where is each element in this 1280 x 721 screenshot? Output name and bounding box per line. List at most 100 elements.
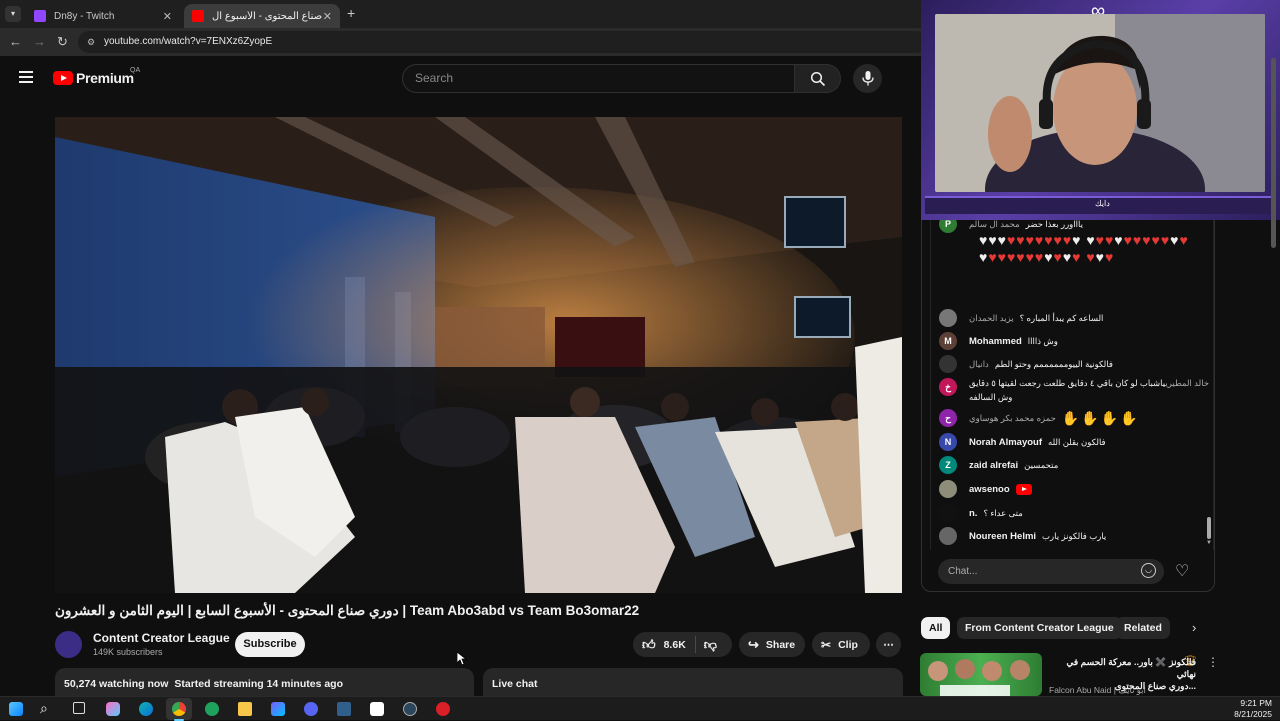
dislike-button[interactable]: 👎︎	[696, 637, 717, 653]
chat-message: M Mohammed وش ذاااا	[939, 332, 1058, 350]
tab-twitch[interactable]: Dn8y - Twitch ✕	[26, 4, 180, 28]
close-tab-icon[interactable]: ✕	[163, 10, 172, 23]
copilot-icon[interactable]	[106, 702, 120, 716]
chat-author: Noureen Helmi	[969, 530, 1037, 542]
tab-list-dropdown-icon[interactable]: ▾	[5, 6, 21, 22]
like-button[interactable]: 👍︎ 8.6K	[633, 637, 686, 653]
more-actions-button[interactable]: ⋯	[876, 632, 901, 657]
channel-avatar[interactable]	[55, 631, 82, 658]
chat-author: حمزه محمد بكر هوساوي	[969, 412, 1056, 423]
site-info-icon[interactable]: ⚙	[87, 31, 95, 53]
filter-chip-related[interactable]: Related	[1116, 617, 1170, 639]
youtube-premium-logo[interactable]: Premium QA	[53, 67, 140, 86]
upwork-icon[interactable]	[205, 702, 219, 716]
live-chat-messages[interactable]: P محمد ال سالم ياااورر بعذا حضر ♥♥♥♥♥♥♥♥…	[930, 212, 1214, 550]
scroll-down-arrow-icon[interactable]: ▼	[1206, 540, 1212, 546]
video-player[interactable]	[55, 117, 902, 593]
discord-icon[interactable]	[304, 702, 318, 716]
chat-message: n. متى عداء ؟	[939, 504, 1023, 522]
scrollbar-track[interactable]	[1271, 58, 1276, 248]
new-tab-button[interactable]: +	[347, 5, 355, 21]
chat-text: ياااورر بعذا حضر	[1025, 218, 1083, 229]
clip-button[interactable]: ✂ Clip	[812, 632, 870, 657]
hamburger-menu-icon[interactable]	[19, 71, 33, 83]
streamer-webcam-overlay: ∞ دايك	[921, 0, 1280, 220]
chat-text: فالكونية الييوممممممم وحتو الطم	[994, 358, 1113, 369]
filter-chip-channel[interactable]: From Content Creator League	[957, 617, 1122, 639]
search-input[interactable]: Search	[402, 64, 795, 93]
chat-message: يزيد الحمدان الساعه كم يبدأ المباره ؟	[939, 309, 1103, 327]
more-options-icon[interactable]: ⋮	[1207, 655, 1219, 669]
file-explorer-icon[interactable]	[238, 702, 252, 716]
like-count: 8.6K	[663, 638, 686, 651]
clip-label: Clip	[838, 638, 858, 651]
search-icon[interactable]: ⌕	[40, 700, 48, 717]
url-text: youtube.com/watch?v=7ENXz6ZyopE	[104, 36, 273, 47]
chat-message: ح حمزه محمد بكر هوساوي ✋✋✋✋	[939, 409, 1140, 427]
windows-start-icon[interactable]	[9, 702, 23, 716]
edge-icon[interactable]	[139, 702, 153, 716]
live-chat-panel-header[interactable]: Live chat	[483, 668, 903, 696]
chrome-icon[interactable]	[172, 702, 186, 716]
webcam-username: دايك	[1095, 199, 1110, 208]
subscriber-count: 149K subscribers	[93, 647, 163, 657]
avatar	[939, 504, 957, 522]
capcut-icon[interactable]	[370, 702, 384, 716]
like-dislike-group: 👍︎ 8.6K 👎︎	[633, 632, 732, 657]
task-view-icon[interactable]	[73, 702, 85, 714]
chat-text-continued: وش السالفه	[969, 392, 1013, 402]
system-clock[interactable]: 9:21 PM 8/21/2025	[1234, 698, 1272, 720]
avatar: Z	[939, 456, 957, 474]
clock-date: 8/21/2025	[1234, 709, 1272, 719]
back-arrow-icon[interactable]: ←	[9, 34, 22, 49]
thumbs-up-icon: 👍︎	[642, 636, 656, 652]
avatar: خ	[939, 378, 957, 396]
description-box[interactable]: 50,274 watching now Started streaming 14…	[55, 668, 474, 696]
address-bar[interactable]: ⚙ youtube.com/watch?v=7ENXz6ZyopE	[78, 31, 928, 53]
share-button[interactable]: ↪ Share	[739, 632, 805, 657]
video-thumbnail	[920, 653, 1042, 696]
subscribe-button[interactable]: Subscribe	[235, 632, 305, 657]
avatar: N	[939, 433, 957, 451]
reload-icon[interactable]: ↻	[57, 34, 68, 50]
chat-text: متحمسين	[1024, 459, 1059, 470]
steam-icon[interactable]	[403, 702, 417, 716]
tab-label: Dn8y - Twitch	[54, 10, 115, 22]
avatar	[939, 355, 957, 373]
close-tab-icon[interactable]: ✕	[323, 10, 332, 23]
search-button[interactable]	[795, 64, 841, 93]
chat-scrollbar[interactable]	[1207, 517, 1211, 539]
share-label: Share	[765, 638, 796, 651]
forward-arrow-icon[interactable]: →	[33, 34, 46, 49]
photos-icon[interactable]	[271, 702, 285, 716]
chat-input[interactable]: Chat...	[938, 559, 1164, 584]
stream-started: Started streaming 14 minutes ago	[174, 678, 344, 690]
filter-chip-all[interactable]: All	[921, 617, 951, 639]
channel-name[interactable]: Content Creator League	[93, 631, 230, 645]
recommended-video[interactable]: 🏆︎ فالكونز ✖️ باور.. معركة الحسم في نهائ…	[920, 653, 1220, 696]
chat-text: وش ذاااا	[1027, 335, 1058, 346]
chat-text: متى عداء ؟	[983, 507, 1023, 518]
clock-time: 9:21 PM	[1240, 698, 1272, 708]
chat-author: zaid alrefai	[969, 459, 1019, 471]
chat-author: n.	[969, 507, 978, 519]
chat-message: Noureen Helmi يارب فالكونز يارب	[939, 527, 1106, 545]
waving-hands-emojis: ✋✋✋✋	[1061, 409, 1140, 426]
avatar	[939, 309, 957, 327]
video-frame-image	[55, 117, 902, 593]
avatar	[939, 527, 957, 545]
heart-reaction-icon[interactable]: ♡	[1175, 561, 1189, 581]
chevron-right-icon[interactable]: ›	[1192, 620, 1196, 635]
thumbs-down-icon: 👎︎	[703, 636, 717, 652]
mouse-cursor-icon	[457, 652, 467, 666]
webcam-name-bar: دايك	[925, 196, 1276, 214]
emoji-picker-icon[interactable]: ◡	[1141, 563, 1156, 578]
windows-taskbar: ⌕ 9:21 PM 8/21/2025	[0, 696, 1280, 721]
webcam-video	[935, 14, 1265, 192]
creative-cloud-icon[interactable]	[436, 702, 450, 716]
tab-youtube[interactable]: دوري صناع المحتوى - الأسبوع ال... ✕	[184, 4, 340, 28]
voice-search-button[interactable]	[853, 64, 882, 93]
logo-text: Premium	[76, 70, 134, 86]
xbox-app-icon[interactable]	[337, 702, 351, 716]
youtube-badge-icon	[1015, 483, 1032, 495]
